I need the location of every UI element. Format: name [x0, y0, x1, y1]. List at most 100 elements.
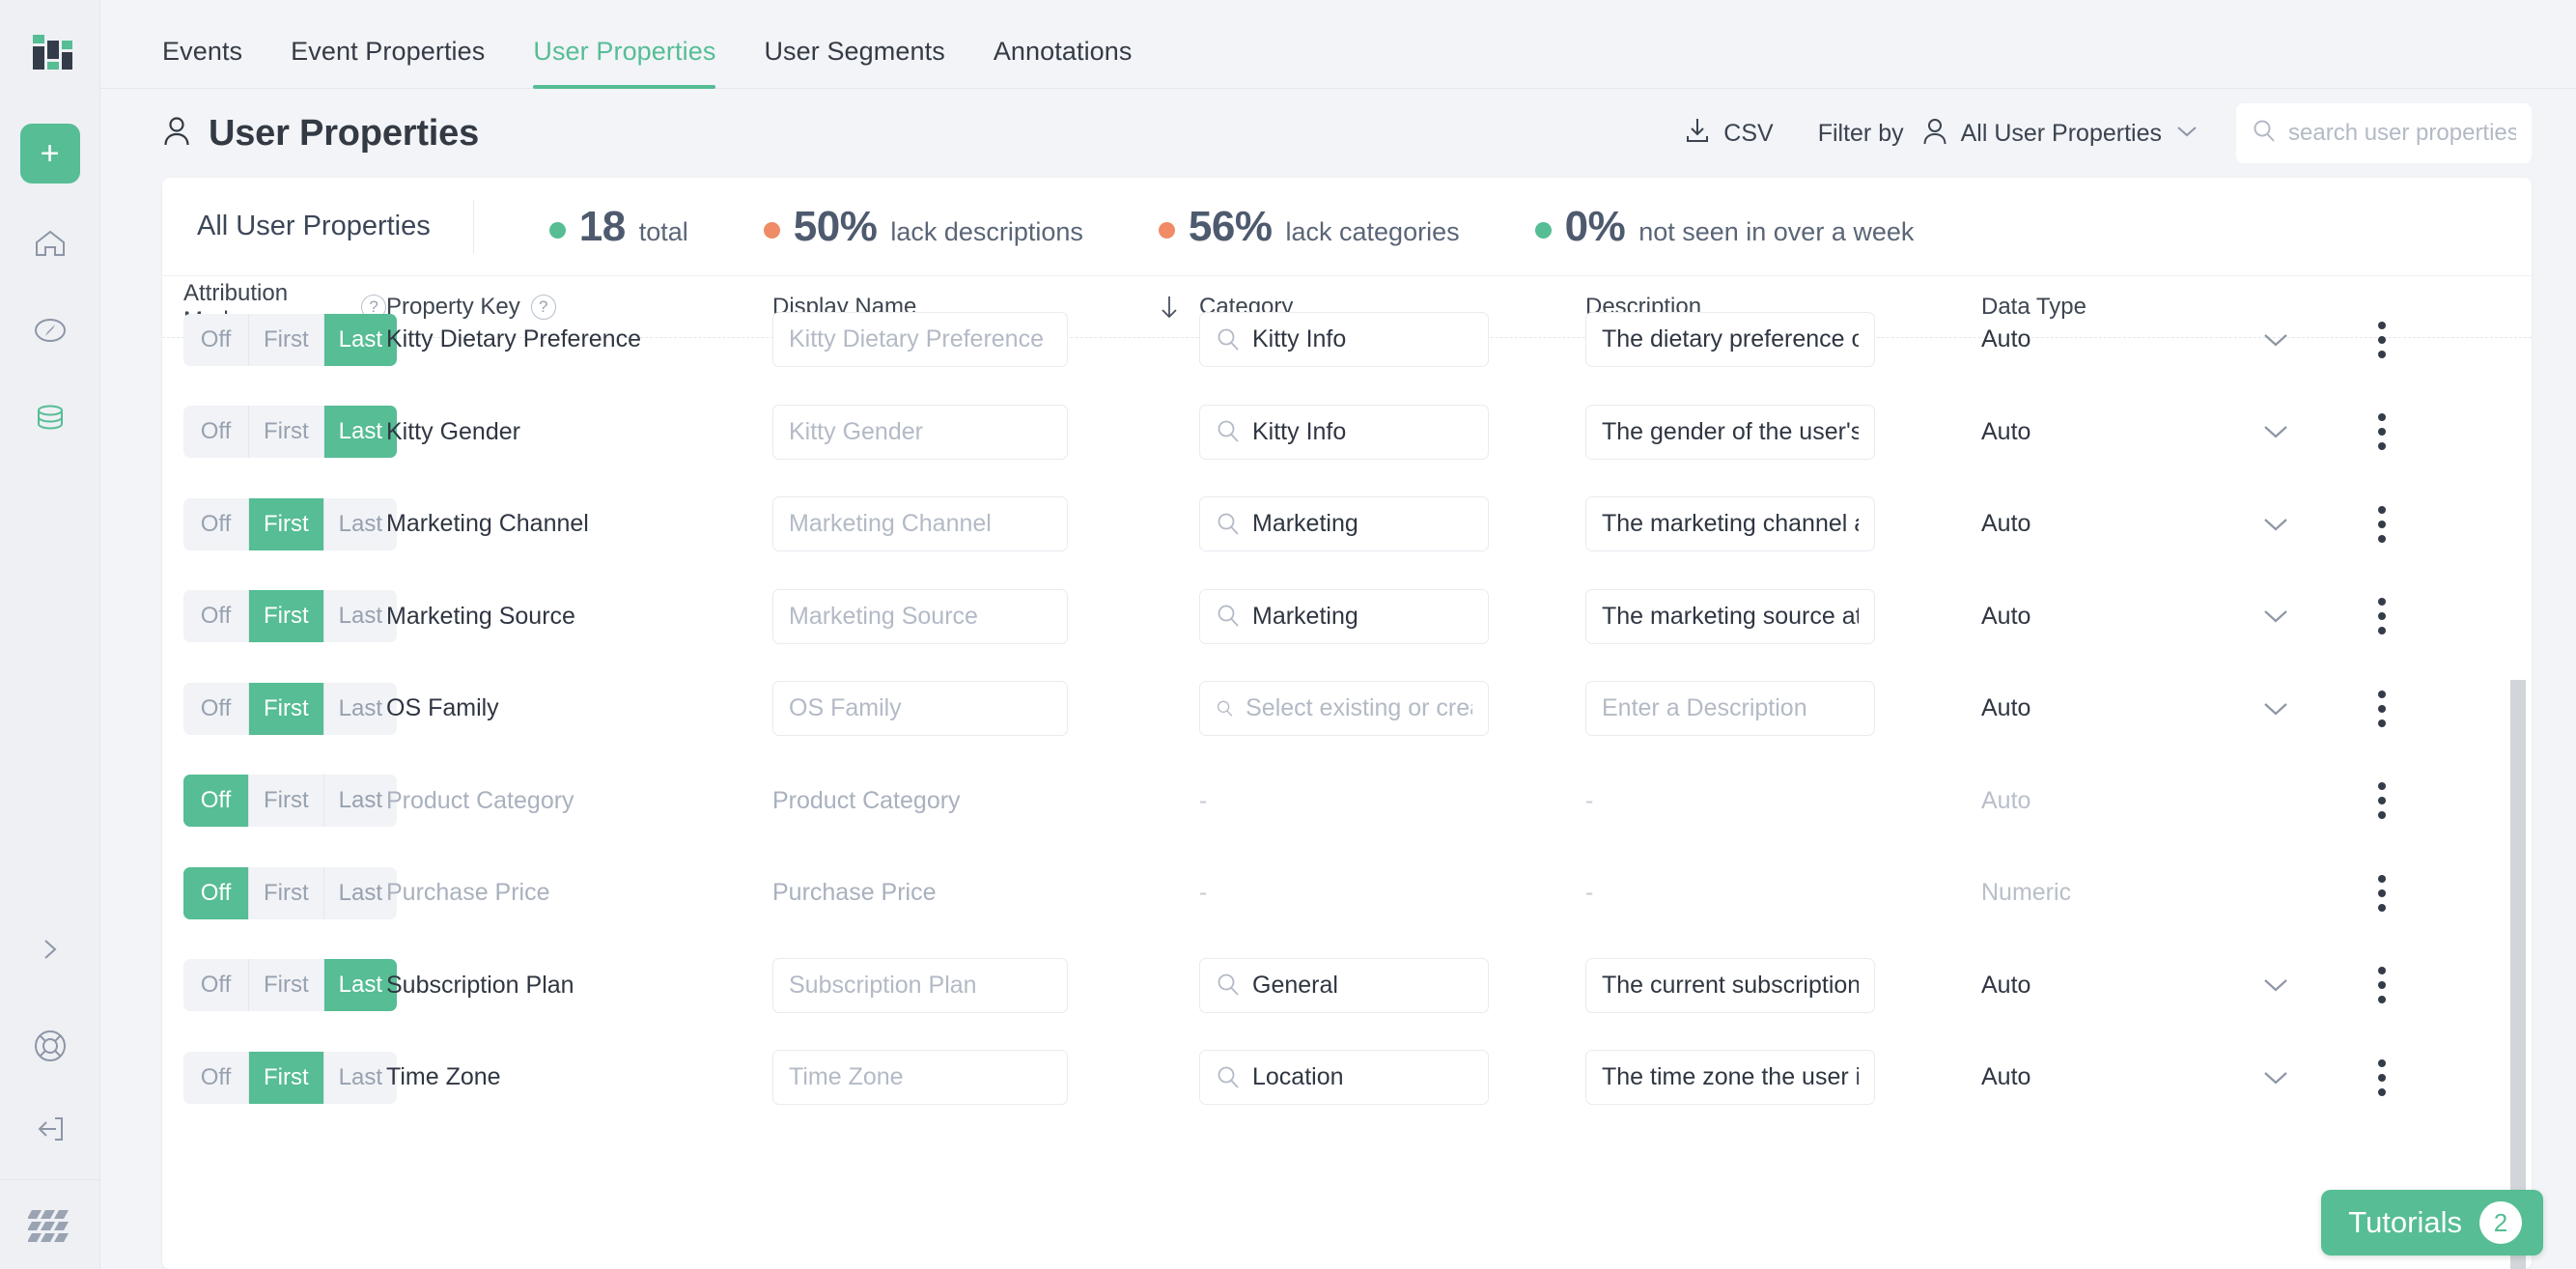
mixpanel-logo[interactable] [25, 27, 75, 77]
row-expand-button[interactable] [2213, 606, 2338, 626]
row-expand-button[interactable] [2213, 699, 2338, 719]
category-select[interactable]: Select existing or create new [1199, 681, 1489, 737]
row-expand-button[interactable] [2213, 1068, 2338, 1087]
kebab-menu-icon[interactable] [2378, 505, 2386, 543]
kebab-menu-icon[interactable] [2378, 413, 2386, 451]
description-input[interactable]: The gender of the user's cat. [1585, 404, 1875, 460]
attribution-mode-toggle[interactable]: Off First Last [183, 866, 398, 919]
attribution-option-first[interactable]: First [249, 775, 324, 828]
attribution-option-first[interactable]: First [249, 1051, 324, 1104]
category-select[interactable]: Marketing [1199, 496, 1489, 552]
tab-annotations[interactable]: Annotations [994, 37, 1133, 88]
description-input[interactable]: The dietary preference of the user' [1585, 312, 1875, 368]
row-menu-button[interactable] [2338, 967, 2425, 1004]
description-input[interactable]: Enter a Description [1585, 681, 1875, 737]
attribution-option-off[interactable]: Off [183, 866, 249, 919]
attribution-option-off[interactable]: Off [183, 1051, 249, 1104]
kebab-menu-icon[interactable] [2378, 967, 2386, 1004]
grid-pattern-icon[interactable] [0, 1180, 100, 1269]
database-icon[interactable] [23, 390, 77, 444]
chevron-right-icon[interactable] [23, 922, 77, 976]
row-menu-button[interactable] [2338, 782, 2425, 820]
attribution-option-off[interactable]: Off [183, 775, 249, 828]
category-select[interactable]: General [1199, 957, 1489, 1013]
attribution-mode-toggle[interactable]: Off First Last [183, 959, 398, 1012]
attribution-option-off[interactable]: Off [183, 682, 249, 735]
create-new-button[interactable]: + [19, 124, 80, 183]
attribution-option-first[interactable]: First [249, 866, 324, 919]
tutorials-button[interactable]: Tutorials 2 [2321, 1190, 2543, 1255]
row-menu-button[interactable] [2338, 598, 2425, 635]
table-row: Off First Last Product Category Product Cate… [172, 755, 2532, 848]
export-csv-button[interactable]: CSV [1684, 116, 1774, 152]
tab-user-properties[interactable]: User Properties [533, 37, 716, 89]
row-expand-button[interactable] [2213, 422, 2338, 441]
attribution-option-off[interactable]: Off [183, 959, 249, 1012]
category-select[interactable]: Kitty Info [1199, 312, 1489, 368]
tab-user-segments[interactable]: User Segments [764, 37, 944, 88]
attribution-mode-toggle[interactable]: Off First Last [183, 313, 398, 366]
kebab-menu-icon[interactable] [2378, 1058, 2386, 1096]
attribution-option-first[interactable]: First [249, 959, 324, 1012]
row-menu-button[interactable] [2338, 413, 2425, 451]
row-menu-button[interactable] [2338, 690, 2425, 727]
attribution-mode-toggle[interactable]: Off First Last [183, 682, 398, 735]
tab-event-properties[interactable]: Event Properties [291, 37, 485, 88]
logout-icon[interactable] [23, 1102, 77, 1156]
attribution-mode-toggle[interactable]: Off First Last [183, 497, 398, 550]
attribution-option-first[interactable]: First [249, 590, 324, 643]
search-input[interactable] [2288, 120, 2516, 147]
row-menu-button[interactable] [2338, 505, 2425, 543]
category-cell: Marketing [1199, 588, 1585, 644]
attribution-mode-toggle[interactable]: Off First Last [183, 406, 398, 459]
attribution-option-off[interactable]: Off [183, 590, 249, 643]
display-name-input[interactable]: Kitty Dietary Preference [772, 312, 1068, 368]
row-menu-button[interactable] [2338, 321, 2425, 358]
description-input[interactable]: The time zone the user is located i [1585, 1050, 1875, 1106]
row-menu-button[interactable] [2338, 1058, 2425, 1096]
kebab-menu-icon[interactable] [2378, 782, 2386, 820]
row-expand-button[interactable] [2213, 515, 2338, 534]
lifebuoy-icon[interactable] [23, 1019, 77, 1073]
description-input[interactable]: The marketing source attributed to [1585, 588, 1875, 644]
page-title-group: User Properties [162, 113, 479, 155]
attribution-mode-toggle[interactable]: Off First Last [183, 775, 398, 828]
display-name-input[interactable]: Subscription Plan [772, 957, 1068, 1013]
display-name-input[interactable]: OS Family [772, 681, 1068, 737]
description-input[interactable]: The marketing channel attributed [1585, 496, 1875, 552]
chevron-down-icon [2264, 518, 2287, 531]
category-select[interactable]: Marketing [1199, 588, 1489, 644]
category-select[interactable]: Kitty Info [1199, 404, 1489, 460]
row-expand-button[interactable] [2213, 975, 2338, 995]
display-name-input[interactable]: Marketing Source [772, 588, 1068, 644]
attribution-option-off[interactable]: Off [183, 497, 249, 550]
search-user-properties-box[interactable] [2236, 103, 2532, 163]
home-icon[interactable] [23, 216, 77, 270]
tab-events[interactable]: Events [162, 37, 242, 88]
category-value: Marketing [1252, 510, 1358, 538]
kebab-menu-icon[interactable] [2378, 321, 2386, 358]
category-value: Marketing [1252, 602, 1358, 630]
attribution-option-first[interactable]: First [249, 313, 324, 366]
filter-dropdown[interactable]: All User Properties [1921, 116, 2199, 152]
row-expand-button[interactable] [2213, 330, 2338, 350]
kebab-menu-icon[interactable] [2378, 690, 2386, 727]
display-name-input[interactable]: Marketing Channel [772, 496, 1068, 552]
display-name-input[interactable]: Kitty Gender [772, 404, 1068, 460]
attribution-option-first[interactable]: First [249, 406, 324, 459]
kebab-menu-icon[interactable] [2378, 874, 2386, 912]
description-input[interactable]: The current subscription plan of th [1585, 957, 1875, 1013]
attribution-option-off[interactable]: Off [183, 406, 249, 459]
kebab-menu-icon[interactable] [2378, 598, 2386, 635]
attribution-option-first[interactable]: First [249, 497, 324, 550]
category-select[interactable]: Location [1199, 1050, 1489, 1106]
attribution-option-first[interactable]: First [249, 682, 324, 735]
display-name-input[interactable]: Time Zone [772, 1050, 1068, 1106]
vertical-scrollbar[interactable] [2510, 680, 2526, 1269]
row-menu-button[interactable] [2338, 874, 2425, 912]
attribution-option-off[interactable]: Off [183, 313, 249, 366]
chevron-down-icon [2264, 1071, 2287, 1085]
attribution-mode-toggle[interactable]: Off First Last [183, 1051, 398, 1104]
compass-icon[interactable] [23, 303, 77, 357]
attribution-mode-toggle[interactable]: Off First Last [183, 590, 398, 643]
